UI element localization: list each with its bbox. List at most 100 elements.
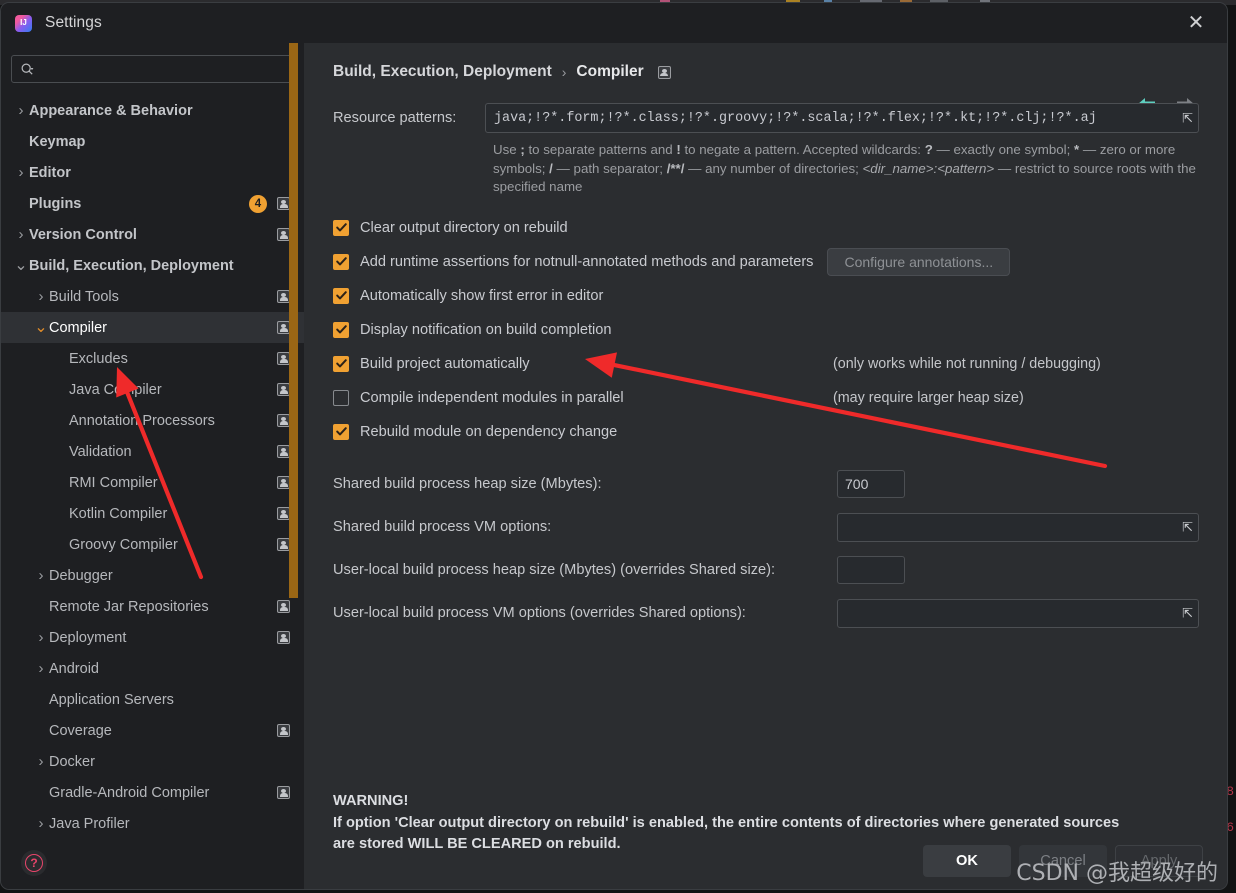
heap-size-input[interactable]: 700 bbox=[837, 470, 905, 498]
sidebar-item-label: Coverage bbox=[49, 722, 112, 739]
sidebar-item-rmi-compiler[interactable]: RMI Compiler bbox=[1, 467, 304, 498]
expand-icon[interactable]: ⇱ bbox=[1182, 607, 1193, 620]
sidebar-item-build-execution-deployment[interactable]: ⌄ Build, Execution, Deployment bbox=[1, 250, 304, 281]
help-icon: ? bbox=[25, 854, 43, 872]
ok-button[interactable]: OK bbox=[923, 845, 1011, 877]
sidebar-item-label: Deployment bbox=[49, 629, 127, 646]
sidebar-item-badges bbox=[267, 786, 290, 799]
checkbox-note: (may require larger heap size) bbox=[833, 389, 1024, 406]
resource-patterns-row: Resource patterns: java;!?*.form;!?*.cla… bbox=[333, 103, 1199, 133]
expand-icon[interactable]: ⇱ bbox=[1182, 112, 1193, 125]
warning-line-2: If option 'Clear output directory on reb… bbox=[333, 814, 1120, 831]
sidebar-item-label: Compiler bbox=[49, 319, 108, 336]
sidebar-item-excludes[interactable]: Excludes bbox=[1, 343, 304, 374]
checkbox-checked-icon[interactable] bbox=[333, 287, 349, 304]
sidebar-item-badges bbox=[267, 228, 290, 241]
checkbox-label: Add runtime assertions for notnull-annot… bbox=[360, 253, 814, 270]
checkbox-label: Build project automatically bbox=[360, 355, 530, 372]
sidebar-item-badges bbox=[267, 290, 290, 303]
sidebar-item-badges bbox=[267, 445, 290, 458]
chevron-right-icon[interactable]: › bbox=[13, 226, 29, 243]
chevron-right-icon[interactable]: › bbox=[33, 567, 49, 584]
sidebar-item-label: Annotation Processors bbox=[69, 412, 215, 429]
sidebar-item-deployment[interactable]: › Deployment bbox=[1, 622, 304, 653]
checkbox-row[interactable]: Clear output directory on rebuild bbox=[333, 211, 1199, 245]
sidebar-item-editor[interactable]: › Editor bbox=[1, 157, 304, 188]
field-row: Shared build process VM options: ⇱ bbox=[333, 506, 1199, 549]
chevron-right-icon[interactable]: › bbox=[33, 815, 49, 832]
sidebar-item-label: Excludes bbox=[69, 350, 128, 367]
sidebar-item-plugins[interactable]: Plugins 4 bbox=[1, 188, 304, 219]
sidebar-item-version-control[interactable]: › Version Control bbox=[1, 219, 304, 250]
search-icon bbox=[20, 62, 35, 77]
sidebar-item-remote-jar-repositories[interactable]: Remote Jar Repositories bbox=[1, 591, 304, 622]
configure-annotations-button[interactable]: Configure annotations... bbox=[827, 247, 1011, 276]
checkbox-checked-icon[interactable] bbox=[333, 253, 349, 270]
sidebar-item-badges bbox=[267, 414, 290, 427]
sidebar-item-validation[interactable]: Validation bbox=[1, 436, 304, 467]
sidebar-item-groovy-compiler[interactable]: Groovy Compiler bbox=[1, 529, 304, 560]
checkbox-checked-icon[interactable] bbox=[333, 355, 349, 372]
sidebar-item-label: Android bbox=[49, 660, 99, 677]
sidebar-item-compiler[interactable]: ⌄ Compiler bbox=[1, 312, 304, 343]
chevron-right-icon[interactable]: › bbox=[13, 102, 29, 119]
checkbox-row[interactable]: Build project automatically (only works w… bbox=[333, 347, 1199, 381]
settings-sidebar: › Appearance & Behavior Keymap › Editor Plugi… bbox=[1, 43, 305, 889]
sidebar-item-coverage[interactable]: Coverage bbox=[1, 715, 304, 746]
heap-size-input[interactable] bbox=[837, 556, 905, 584]
sidebar-item-java-profiler[interactable]: › Java Profiler bbox=[1, 808, 304, 839]
sidebar-item-annotation-processors[interactable]: Annotation Processors bbox=[1, 405, 304, 436]
sidebar-item-build-tools[interactable]: › Build Tools bbox=[1, 281, 304, 312]
checkbox-row[interactable]: Add runtime assertions for notnull-annot… bbox=[333, 245, 1199, 279]
resource-patterns-hint: Use ; to separate patterns and ! to nega… bbox=[493, 142, 1196, 194]
breadcrumb-current: Compiler bbox=[576, 63, 644, 80]
sidebar-item-badges bbox=[267, 538, 290, 551]
screen: 8 6 IJ Settings ✕ › Appearance & Behavio… bbox=[0, 0, 1236, 893]
sidebar-item-docker[interactable]: › Docker bbox=[1, 746, 304, 777]
checkbox-note: (only works while not running / debuggin… bbox=[833, 355, 1101, 372]
sidebar-item-keymap[interactable]: Keymap bbox=[1, 126, 304, 157]
help-button[interactable]: ? bbox=[21, 850, 47, 876]
checkbox-unchecked-icon[interactable] bbox=[333, 389, 349, 406]
checkbox-checked-icon[interactable] bbox=[333, 423, 349, 440]
vm-options-input[interactable]: ⇱ bbox=[837, 598, 1199, 628]
checkbox-checked-icon[interactable] bbox=[333, 321, 349, 338]
chevron-right-icon[interactable]: › bbox=[33, 288, 49, 305]
chevron-right-icon[interactable]: › bbox=[33, 629, 49, 646]
sidebar-item-label: Application Servers bbox=[49, 691, 174, 708]
project-scope-icon bbox=[277, 724, 290, 737]
chevron-down-icon[interactable]: ⌄ bbox=[33, 319, 49, 335]
search-box[interactable] bbox=[11, 55, 294, 83]
sidebar-item-badges: 4 bbox=[249, 194, 290, 213]
close-icon[interactable]: ✕ bbox=[1181, 8, 1211, 38]
settings-tree[interactable]: › Appearance & Behavior Keymap › Editor Plugi… bbox=[1, 91, 304, 889]
sidebar-item-gradle-android-compiler[interactable]: Gradle-Android Compiler bbox=[1, 777, 304, 808]
sidebar-item-kotlin-compiler[interactable]: Kotlin Compiler bbox=[1, 498, 304, 529]
project-scope-icon bbox=[277, 786, 290, 799]
sidebar-item-label: Docker bbox=[49, 753, 95, 770]
checkbox-row[interactable]: Display notification on build completion bbox=[333, 313, 1199, 347]
expand-icon[interactable]: ⇱ bbox=[1182, 521, 1193, 534]
sidebar-item-java-compiler[interactable]: Java Compiler bbox=[1, 374, 304, 405]
sidebar-item-android[interactable]: › Android bbox=[1, 653, 304, 684]
checkbox-row[interactable]: Rebuild module on dependency change bbox=[333, 415, 1199, 449]
field-label: Shared build process VM options: bbox=[333, 519, 552, 535]
chevron-right-icon[interactable]: › bbox=[13, 164, 29, 181]
sidebar-item-debugger[interactable]: › Debugger bbox=[1, 560, 304, 591]
resource-patterns-input[interactable]: java;!?*.form;!?*.class;!?*.groovy;!?*.s… bbox=[485, 103, 1199, 133]
breadcrumb-parent[interactable]: Build, Execution, Deployment bbox=[333, 63, 552, 81]
sidebar-item-application-servers[interactable]: Application Servers bbox=[1, 684, 304, 715]
vm-options-input[interactable]: ⇱ bbox=[837, 512, 1199, 542]
chevron-right-icon[interactable]: › bbox=[33, 753, 49, 770]
sidebar-item-label: Debugger bbox=[49, 567, 113, 584]
sidebar-item-appearance-behavior[interactable]: › Appearance & Behavior bbox=[1, 95, 304, 126]
chevron-right-icon[interactable]: › bbox=[33, 660, 49, 677]
sidebar-item-label: Groovy Compiler bbox=[69, 536, 178, 553]
sidebar-scrollbar[interactable] bbox=[289, 43, 298, 598]
checkbox-row[interactable]: Automatically show first error in editor bbox=[333, 279, 1199, 313]
chevron-down-icon[interactable]: ⌄ bbox=[13, 257, 29, 273]
search-input[interactable] bbox=[41, 61, 285, 77]
checkbox-checked-icon[interactable] bbox=[333, 219, 349, 236]
sidebar-item-label: Editor bbox=[29, 164, 71, 181]
checkbox-row[interactable]: Compile independent modules in parallel (… bbox=[333, 381, 1199, 415]
